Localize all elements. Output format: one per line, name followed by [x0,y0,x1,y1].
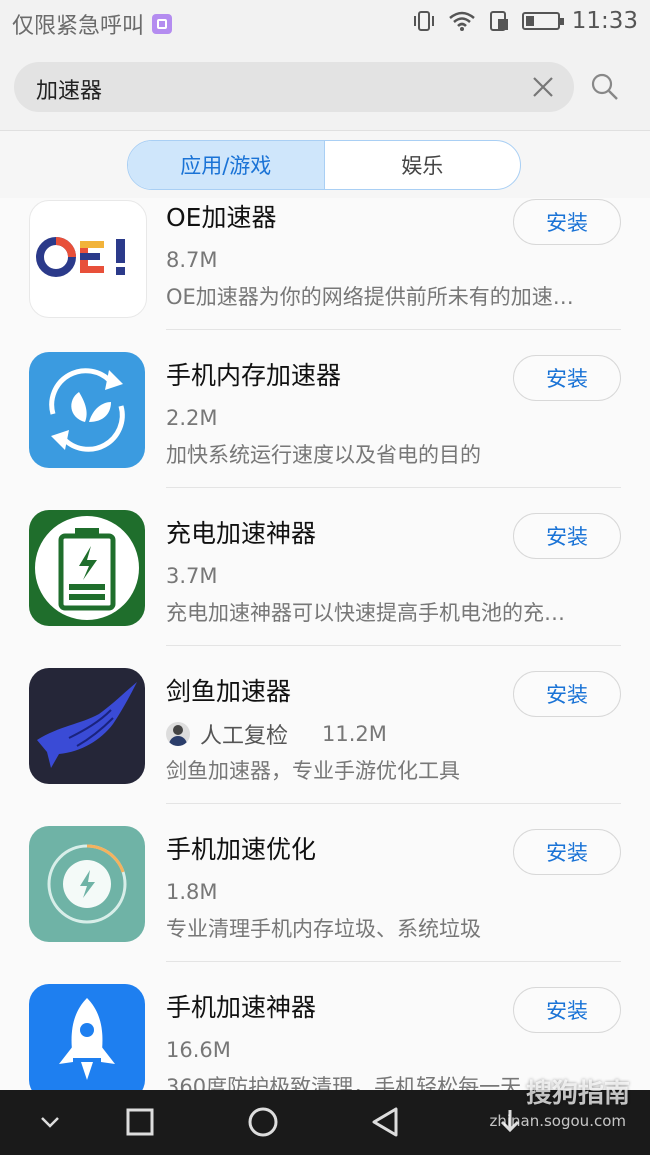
status-right: 11:33 [412,8,638,34]
app-name: 手机内存加速器 [166,361,342,390]
install-button[interactable]: 安装 [513,987,621,1033]
install-button[interactable]: 安装 [513,829,621,875]
app-name: 手机加速神器 [166,993,317,1022]
app-description: 加快系统运行速度以及省电的目的 [166,443,481,467]
size-text: 3.7M [166,564,218,588]
tab-entertainment[interactable]: 娱乐 [325,141,521,189]
clock: 11:33 [571,8,638,34]
app-size: 1.8M [166,880,218,904]
screenshot-notification-icon [152,14,173,34]
sim-card-icon [489,11,508,31]
list-item[interactable]: 手机加速神器 16.6M 360度防护极致清理，手机轻松每一天 安装 [0,968,650,1090]
search-input[interactable]: 加速器 [14,62,574,112]
status-bar: 仅限紧急呼叫 11:33 [0,0,650,46]
divider [166,803,621,804]
avatar [166,722,190,746]
install-button[interactable]: 安装 [513,355,621,401]
list-item[interactable]: 剑鱼加速器 人工复检 11.2M 剑鱼加速器，专业手游优化工具 安装 [0,652,650,810]
divider [166,329,621,330]
review-badge: 人工复检 [200,724,289,749]
divider [166,645,621,646]
app-meta: 人工复检 11.2M [166,718,387,750]
watermark: 搜狗指南 [525,1079,630,1109]
divider [166,961,621,962]
app-description: 专业清理手机内存垃圾、系统垃圾 [166,917,481,941]
rocket-icon [29,984,145,1090]
status-left: 仅限紧急呼叫 [12,8,173,40]
install-button[interactable]: 安装 [513,199,621,245]
app-description: 剑鱼加速器，专业手游优化工具 [166,759,460,783]
size-text: 16.6M [166,1038,231,1062]
app-name: 充电加速神器 [166,519,317,548]
app-name: 剑鱼加速器 [166,677,292,706]
back-button[interactable] [368,1104,404,1140]
tab-apps-games[interactable]: 应用/游戏 [128,141,325,189]
app-size: 3.7M [166,564,218,588]
category-tabs: 应用/游戏 娱乐 [127,140,521,190]
app-size: 16.6M [166,1038,231,1062]
app-description: OE加速器为你的网络提供前所未有的加速… [166,285,574,309]
size-text: 2.2M [166,406,218,430]
list-item[interactable]: OE加速器 8.7M OE加速器为你的网络提供前所未有的加速… 安装 [0,198,650,336]
results-list[interactable]: OE加速器 8.7M OE加速器为你的网络提供前所未有的加速… 安装 手机内存加… [0,198,650,1090]
battery-bolt-icon [29,510,145,626]
recents-button[interactable] [122,1104,158,1140]
divider [166,487,621,488]
size-text: 1.8M [166,880,218,904]
oe-logo-icon [29,200,147,318]
app-description: 充电加速神器可以快速提高手机电池的充… [166,601,565,625]
swordfish-icon [29,668,145,784]
vibrate-icon [413,11,434,31]
list-item[interactable]: 手机加速优化 1.8M 专业清理手机内存垃圾、系统垃圾 安装 [0,810,650,968]
search-header: 加速器 [0,46,650,131]
battery-icon [521,12,564,30]
leaf-refresh-icon [29,352,145,468]
list-item[interactable]: 充电加速神器 3.7M 充电加速神器可以快速提高手机电池的充… 安装 [0,494,650,652]
chevron-down-icon[interactable] [32,1104,68,1140]
app-name: OE加速器 [166,203,277,232]
size-text: 11.2M [322,722,387,746]
list-item[interactable]: 手机内存加速器 2.2M 加快系统运行速度以及省电的目的 安装 [0,336,650,494]
app-size: 2.2M [166,406,218,430]
close-icon[interactable] [528,72,558,102]
size-text: 8.7M [166,248,218,272]
app-size: 8.7M [166,248,218,272]
install-button[interactable]: 安装 [513,671,621,717]
search-icon[interactable] [590,72,620,102]
app-name: 手机加速优化 [166,835,317,864]
bolt-ring-icon [29,826,145,942]
home-button[interactable] [245,1104,281,1140]
search-query[interactable]: 加速器 [36,73,102,105]
wifi-icon [448,11,475,31]
install-button[interactable]: 安装 [513,513,621,559]
carrier-text: 仅限紧急呼叫 [12,14,145,39]
watermark-url: zhinan.sogou.com [489,1112,626,1130]
